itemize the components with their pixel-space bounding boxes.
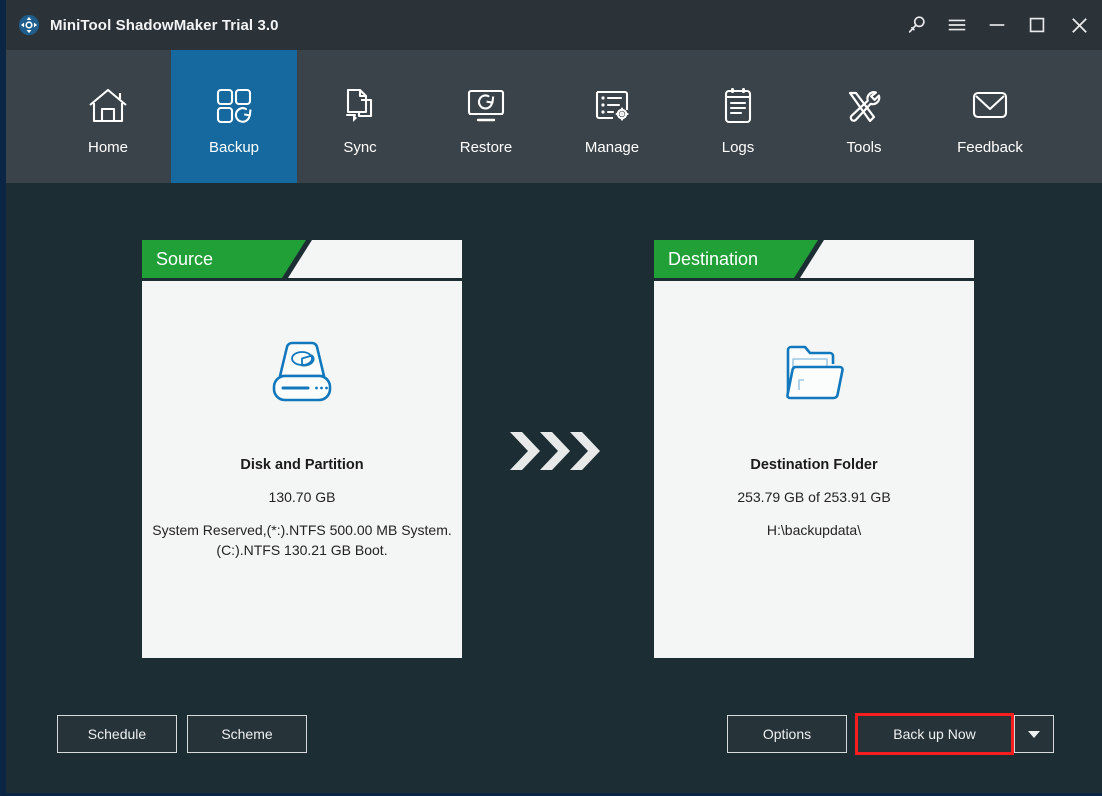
folder-icon: [768, 326, 860, 418]
schedule-button[interactable]: Schedule: [57, 715, 177, 753]
title-bar-left: MiniTool ShadowMaker Trial 3.0: [6, 14, 279, 36]
nav-item-manage[interactable]: Manage: [549, 50, 675, 183]
logs-clipboard-icon: [715, 77, 761, 135]
options-button[interactable]: Options: [727, 715, 847, 753]
maximize-icon[interactable]: [1017, 0, 1057, 50]
hamburger-menu-icon[interactable]: [937, 0, 977, 50]
destination-title: Destination Folder: [750, 457, 877, 473]
nav-label: Tools: [846, 139, 881, 156]
hard-disk-icon: [256, 326, 348, 418]
main-navigation: Home Backup: [6, 50, 1102, 183]
key-search-icon[interactable]: [897, 0, 937, 50]
destination-panel-header: Destination: [654, 240, 974, 278]
source-tab-label: Source: [142, 249, 213, 270]
source-panel[interactable]: Source Disk and Partition 130.70 GB Syst…: [142, 240, 462, 658]
close-icon[interactable]: [1057, 0, 1102, 50]
restore-monitor-icon: [463, 77, 509, 135]
destination-size: 253.79 GB of 253.91 GB: [737, 489, 890, 505]
destination-panel-body[interactable]: Destination Folder 253.79 GB of 253.91 G…: [654, 281, 974, 658]
source-title: Disk and Partition: [240, 457, 363, 473]
source-panel-header: Source: [142, 240, 462, 278]
nav-item-feedback[interactable]: Feedback: [927, 50, 1053, 183]
nav-item-home[interactable]: Home: [45, 50, 171, 183]
destination-path: H:\backupdata\: [662, 520, 967, 540]
destination-panel[interactable]: Destination Destination Folder 253.79 GB…: [654, 240, 974, 658]
destination-tab: Destination: [654, 240, 818, 278]
triple-chevron-right-icon: [508, 428, 608, 474]
backup-squares-icon: [211, 77, 257, 135]
chevron-down-icon: [1028, 731, 1040, 738]
source-detail: System Reserved,(*:).NTFS 500.00 MB Syst…: [150, 520, 455, 560]
source-tab: Source: [142, 240, 306, 278]
source-panel-body[interactable]: Disk and Partition 130.70 GB System Rese…: [142, 281, 462, 658]
feedback-envelope-icon: [967, 77, 1013, 135]
source-size: 130.70 GB: [269, 489, 336, 505]
title-bar: MiniTool ShadowMaker Trial 3.0: [6, 0, 1102, 50]
nav-label: Manage: [585, 139, 639, 156]
nav-item-logs[interactable]: Logs: [675, 50, 801, 183]
sync-documents-icon: [337, 77, 383, 135]
home-icon: [85, 77, 131, 135]
nav-label: Sync: [343, 139, 376, 156]
minimize-icon[interactable]: [977, 0, 1017, 50]
title-bar-controls: [897, 0, 1102, 50]
nav-item-backup[interactable]: Backup: [171, 50, 297, 183]
nav-item-tools[interactable]: Tools: [801, 50, 927, 183]
manage-list-gear-icon: [589, 77, 635, 135]
backup-now-dropdown-button[interactable]: [1014, 715, 1054, 753]
tools-wrench-screwdriver-icon: [841, 77, 887, 135]
backup-now-button[interactable]: Back up Now: [857, 715, 1012, 753]
nav-item-sync[interactable]: Sync: [297, 50, 423, 183]
nav-label: Logs: [722, 139, 755, 156]
minitool-logo-icon: [18, 14, 40, 36]
nav-label: Restore: [460, 139, 513, 156]
destination-tab-label: Destination: [654, 249, 758, 270]
scheme-button[interactable]: Scheme: [187, 715, 307, 753]
nav-label: Backup: [209, 139, 259, 156]
application-window: MiniTool ShadowMaker Trial 3.0: [0, 0, 1102, 796]
window-title: MiniTool ShadowMaker Trial 3.0: [50, 17, 279, 34]
nav-label: Feedback: [957, 139, 1023, 156]
nav-item-restore[interactable]: Restore: [423, 50, 549, 183]
nav-label: Home: [88, 139, 128, 156]
